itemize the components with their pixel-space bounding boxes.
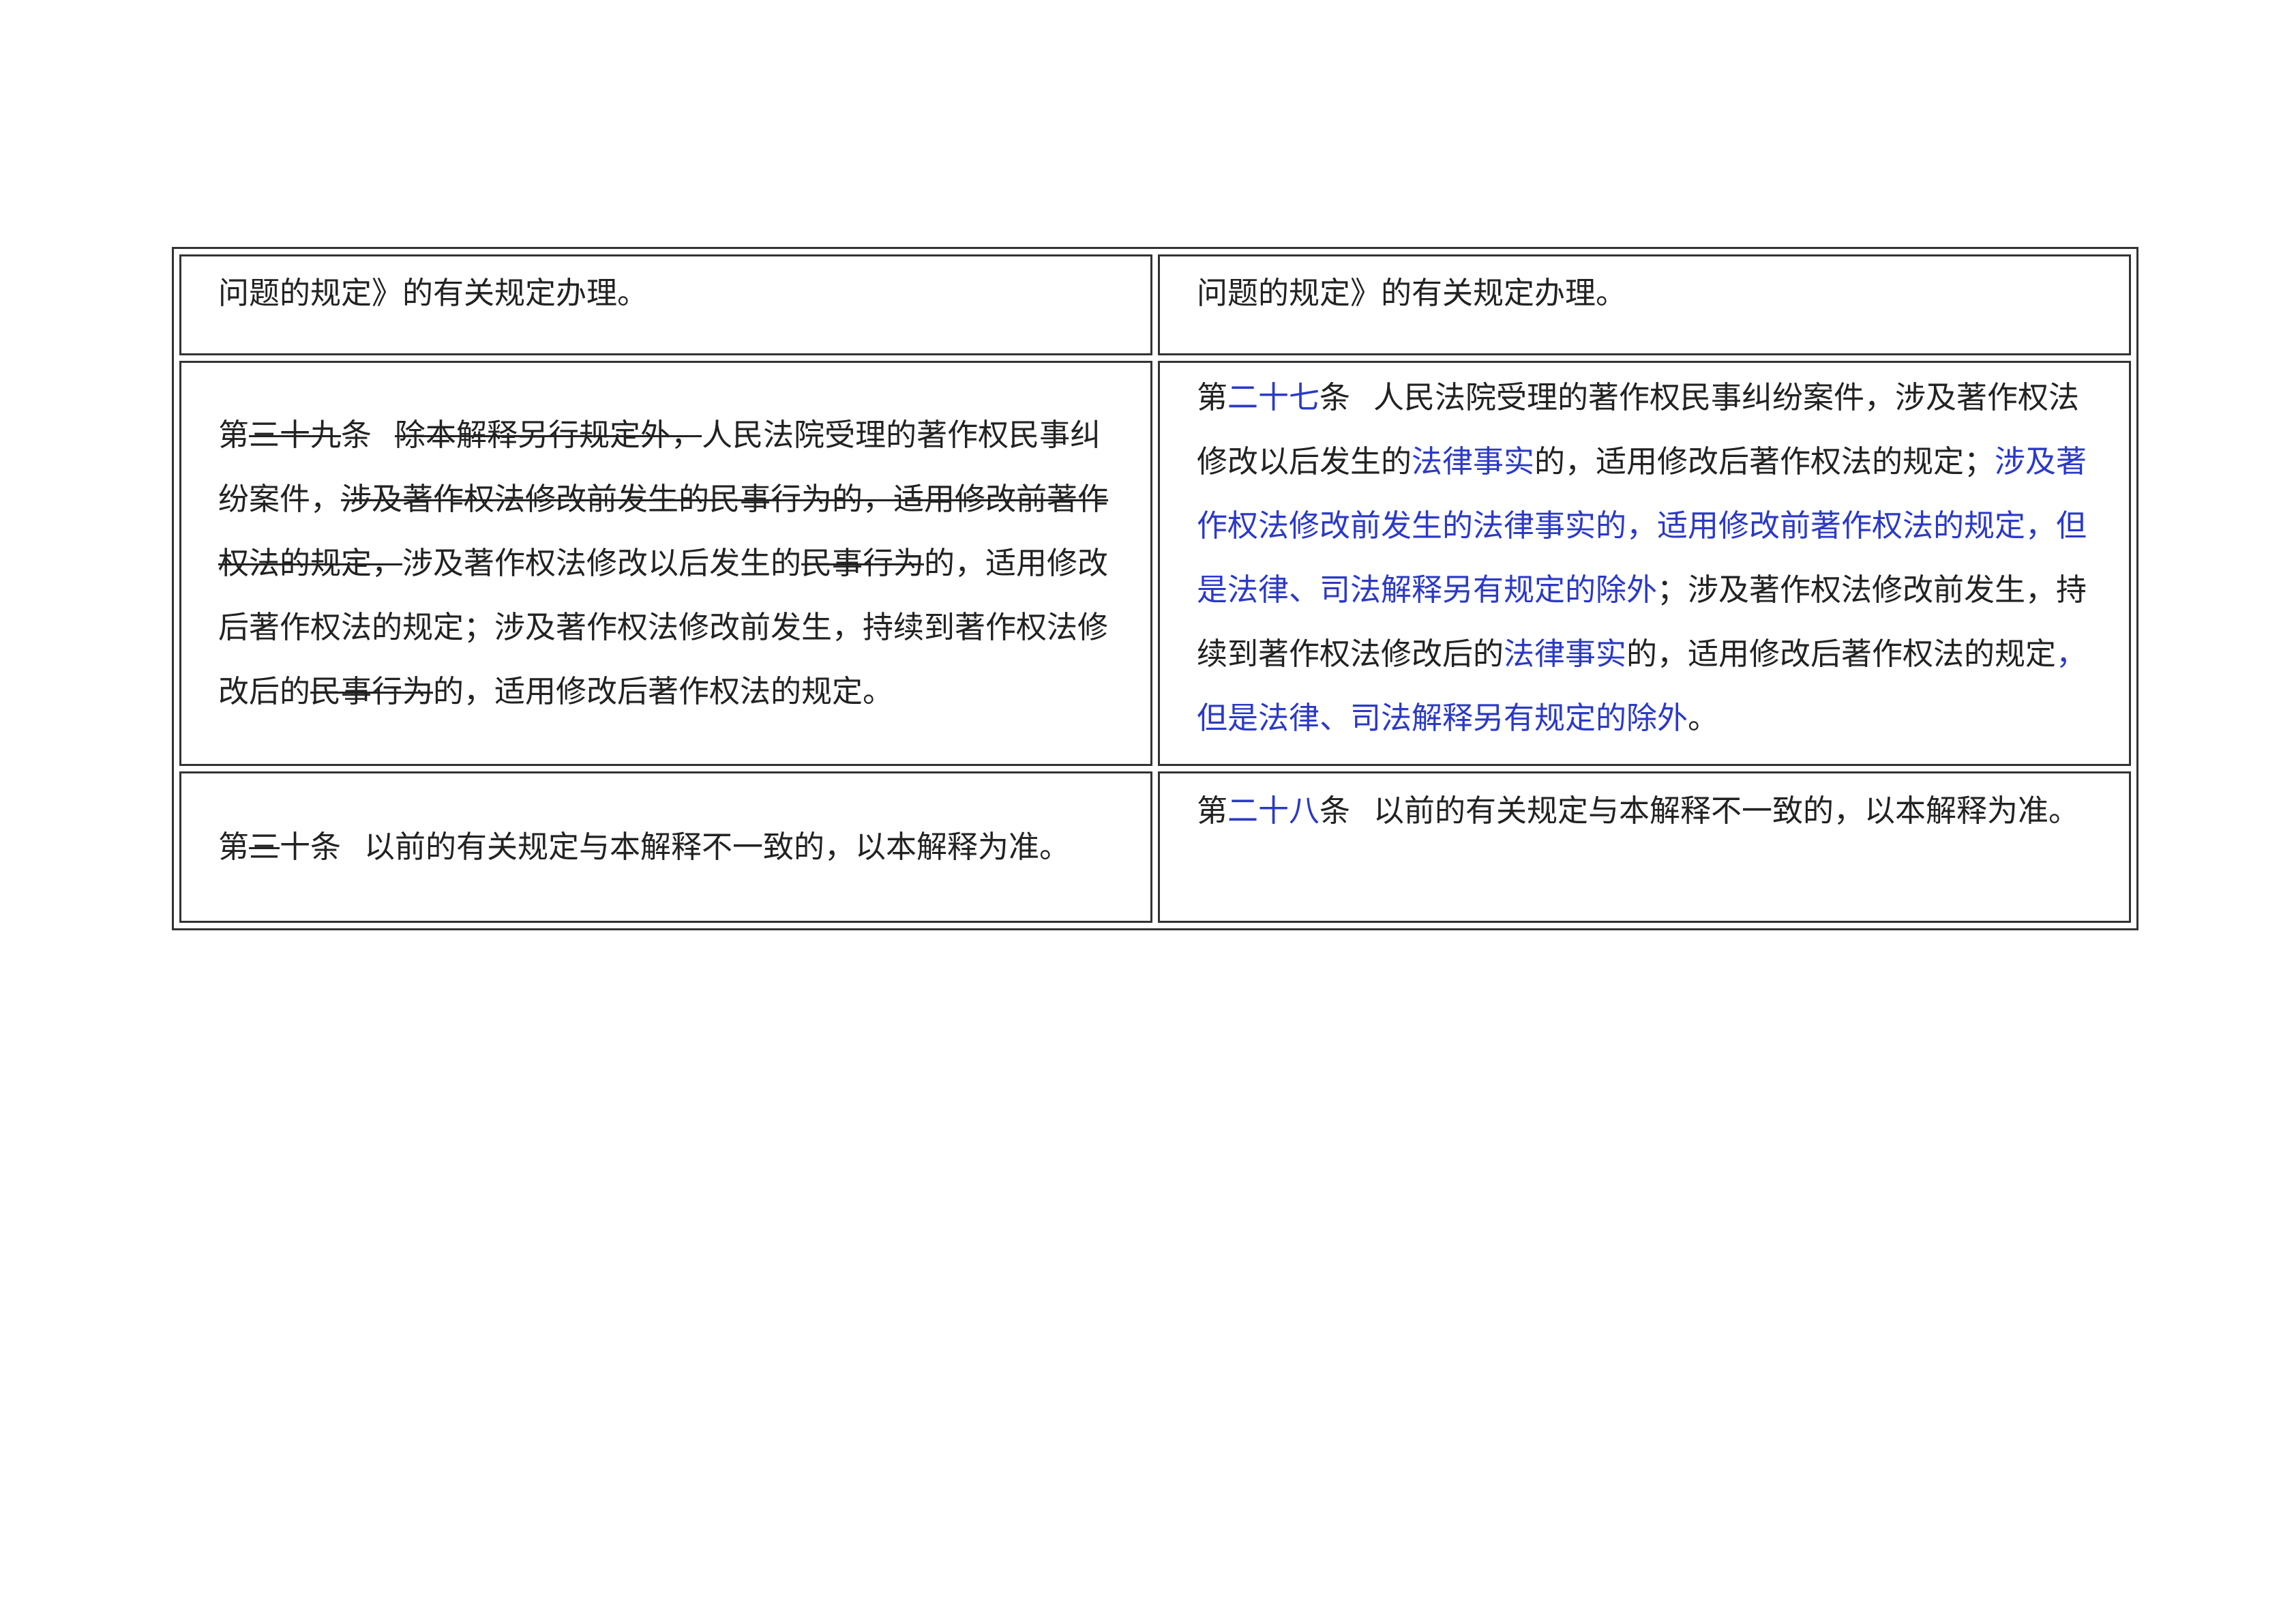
text-segment: 涉及著作权法修改以后发生的 xyxy=(402,545,802,581)
table-row: 第三十条 以前的有关规定与本解释不一致的，以本解释为准。 第二十八条 以前的有关规定… xyxy=(179,771,2131,923)
new-text-cell: 第二十七条 人民法院受理的著作权民事纠纷案件，涉及著作权法修改以后发生的法律事实的… xyxy=(1158,361,2131,766)
text-segment: 以前的有关规定与本解释不一致的，以本解释为准。 xyxy=(1373,793,2080,829)
text-segment: 十条 xyxy=(280,829,342,865)
inserted-text: 法律事实 xyxy=(1412,443,1535,479)
deleted-text: 民事行为 xyxy=(801,545,925,581)
new-text-cell: 第二十八条 以前的有关规定与本解释不一致的，以本解释为准。 xyxy=(1158,771,2131,923)
text-segment: 条 xyxy=(341,417,372,453)
text-segment: 的，适用修改后著作权法的规定。 xyxy=(433,673,894,709)
deleted-text: 三十九 xyxy=(249,417,342,453)
text-segment: 。 xyxy=(1688,700,1719,736)
inserted-text: 二十八 xyxy=(1227,793,1320,829)
table-row: 第三十九条 除本解释另行规定外，人民法院受理的著作权民事纠纷案件，涉及著作权法修改… xyxy=(179,361,2131,766)
old-text-cell: 第三十条 以前的有关规定与本解释不一致的，以本解释为准。 xyxy=(179,771,1152,923)
text-segment: 条 xyxy=(1320,793,1351,829)
old-text-cell: 第三十九条 除本解释另行规定外，人民法院受理的著作权民事纠纷案件，涉及著作权法修改… xyxy=(179,361,1152,766)
text-segment: 的，适用修改后著作权法的规定 xyxy=(1626,636,2057,672)
text-segment: 第 xyxy=(1197,379,1228,415)
text-segment: 的，适用修改后著作权法的规定； xyxy=(1534,443,1995,479)
old-text-cell: 问题的规定》的有关规定办理。 xyxy=(179,254,1152,355)
text-segment: 以前的有关规定与本解释不一致的，以本解释为准。 xyxy=(364,829,1071,865)
inserted-text: 二十七 xyxy=(1227,379,1320,415)
text-segment: 问题的规定》的有关规定办理。 xyxy=(1197,275,1627,311)
deleted-text: 三 xyxy=(249,829,280,865)
text-segment: 第 xyxy=(1197,793,1228,829)
text-segment: 条 xyxy=(1320,379,1351,415)
new-text-cell: 问题的规定》的有关规定办理。 xyxy=(1158,254,2131,355)
text-segment: 第 xyxy=(218,829,250,865)
text-segment: 问题的规定》的有关规定办理。 xyxy=(218,275,648,311)
comparison-table: 问题的规定》的有关规定办理。 问题的规定》的有关规定办理。 第三十九条 除本解释另… xyxy=(172,247,2138,930)
deleted-text: 除本解释另行规定外， xyxy=(395,417,702,453)
table-row: 问题的规定》的有关规定办理。 问题的规定》的有关规定办理。 xyxy=(179,254,2131,355)
text-segment: 第 xyxy=(218,417,250,453)
inserted-text: 法律事实 xyxy=(1504,636,1627,672)
deleted-text: 民事行为 xyxy=(310,673,434,709)
